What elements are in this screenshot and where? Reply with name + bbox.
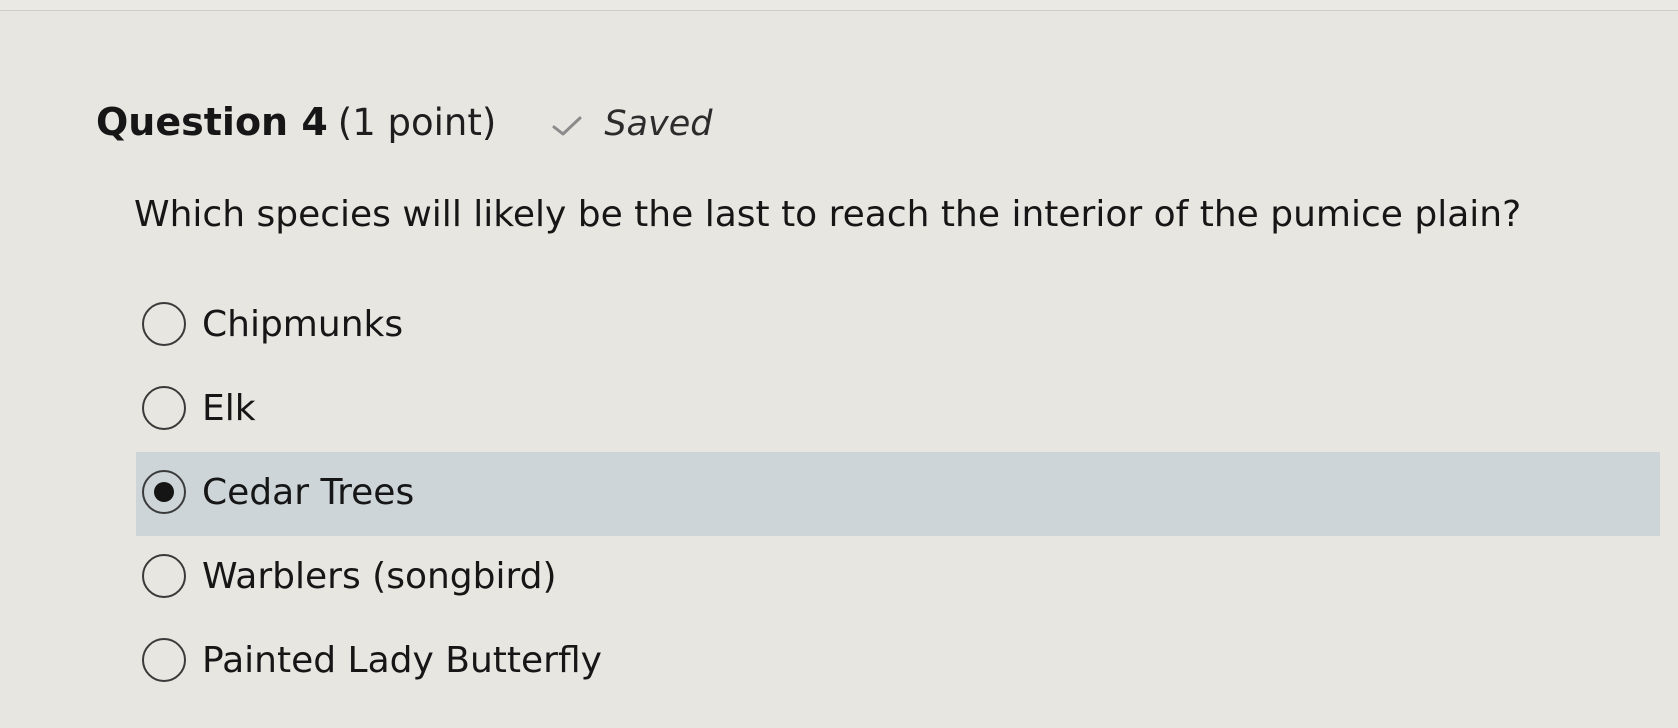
radio-selected-dot [154, 482, 174, 502]
option-cedar-trees[interactable]: Cedar Trees [136, 450, 1660, 536]
option-elk[interactable]: Elk [136, 366, 1660, 450]
option-label: Chipmunks [202, 303, 404, 345]
top-divider [0, 0, 1678, 11]
saved-label: Saved [604, 104, 713, 144]
question-header: Question 4 (1 point) Saved [96, 100, 712, 144]
question-points: (1 point) [337, 101, 497, 144]
radio-button-selected[interactable] [142, 470, 186, 514]
radio-button[interactable] [142, 554, 186, 598]
option-label: Warblers (songbird) [202, 555, 557, 597]
option-label: Painted Lady Butterfly [202, 639, 602, 681]
option-label: Cedar Trees [202, 471, 415, 513]
check-icon [552, 116, 582, 136]
option-label: Elk [202, 387, 256, 429]
save-status: Saved [552, 104, 712, 144]
radio-button[interactable] [142, 638, 186, 682]
option-warblers[interactable]: Warblers (songbird) [136, 534, 1660, 618]
question-prompt: Which species will likely be the last to… [134, 194, 1522, 235]
question-title: Question 4 [96, 100, 328, 144]
option-painted-lady-butterfly[interactable]: Painted Lady Butterfly [136, 618, 1660, 702]
radio-button[interactable] [142, 302, 186, 346]
answer-options: Chipmunks Elk Cedar Trees Warblers (song… [136, 282, 1660, 702]
option-chipmunks[interactable]: Chipmunks [136, 282, 1660, 366]
radio-button[interactable] [142, 386, 186, 430]
